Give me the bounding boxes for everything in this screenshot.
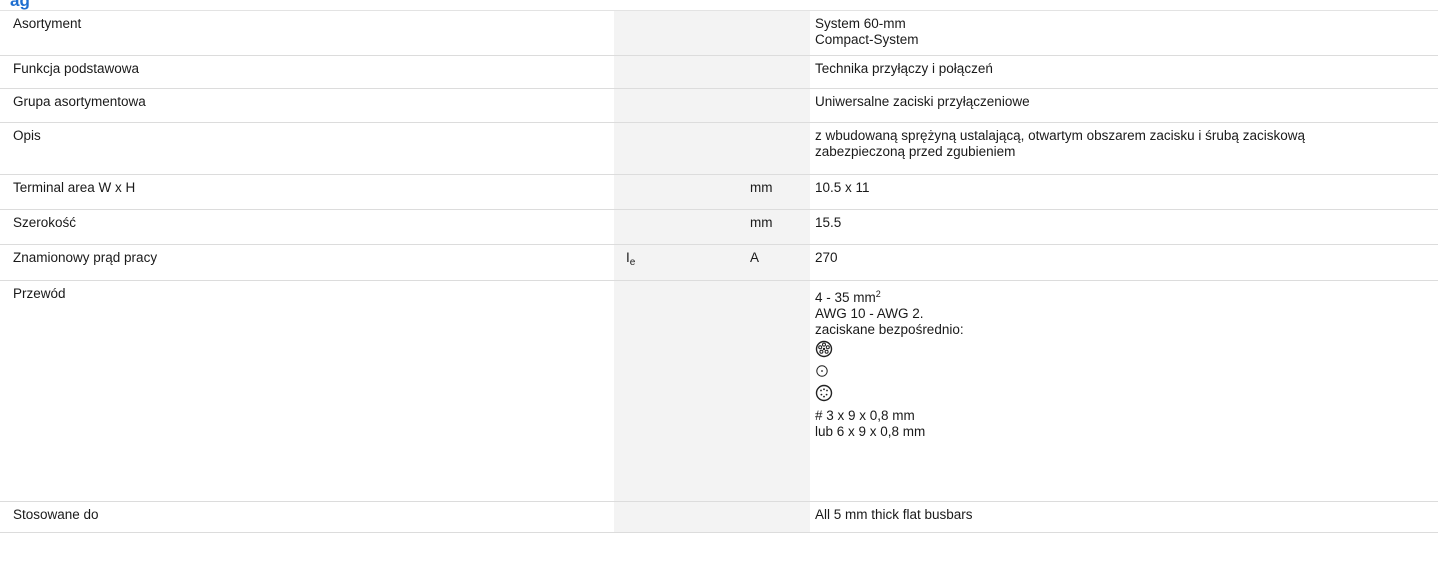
solid-conductor-icon	[815, 362, 1432, 382]
row-value: System 60-mm Compact-System	[810, 11, 1438, 55]
row-symbol	[614, 56, 746, 88]
table-row: Asortyment System 60-mm Compact-System	[0, 11, 1438, 56]
value-line: 270	[815, 250, 838, 265]
row-unit	[746, 56, 810, 88]
row-value: 270	[810, 245, 1438, 280]
row-label: Przewód	[13, 286, 66, 301]
row-label: Stosowane do	[13, 507, 99, 522]
row-symbol	[614, 175, 746, 209]
table-row: Stosowane do All 5 mm thick flat busbars	[0, 502, 1438, 533]
row-label: Terminal area W x H	[13, 180, 136, 195]
awg-range: AWG 10 - AWG 2.	[815, 306, 924, 321]
table-row: Grupa asortymentowa Uniwersalne zaciski …	[0, 89, 1438, 123]
row-unit	[746, 89, 810, 122]
row-label: Asortyment	[13, 16, 82, 31]
row-symbol	[614, 502, 746, 532]
value-line: Technika przyłączy i połączeń	[815, 61, 993, 76]
row-label: Opis	[13, 128, 41, 143]
row-label: Grupa asortymentowa	[13, 94, 146, 109]
row-value: Technika przyłączy i połączeń	[810, 56, 1438, 88]
section-title-fragment: ag	[10, 0, 30, 10]
value-line: zabezpieczoną przed zgubieniem	[815, 144, 1016, 159]
table-row: Terminal area W x H mm 10.5 x 11	[0, 175, 1438, 210]
flat-conductor-size: # 3 x 9 x 0,8 mm	[815, 408, 915, 423]
row-symbol	[614, 11, 746, 55]
value-line: 10.5 x 11	[815, 180, 870, 195]
row-label: Znamionowy prąd pracy	[13, 250, 158, 265]
row-label: Funkcja podstawowa	[13, 61, 140, 76]
row-value: 4 - 35 mm2 AWG 10 - AWG 2. zaciskane bez…	[810, 281, 1438, 501]
table-row: Przewód 4 - 35 mm2 AWG 10 - AWG 2. zacis…	[0, 281, 1438, 502]
row-symbol	[614, 281, 746, 501]
row-value: All 5 mm thick flat busbars	[810, 502, 1438, 532]
symbol-subscript: e	[629, 257, 636, 268]
row-unit: mm	[746, 175, 810, 209]
section-header: ag	[0, 0, 1438, 11]
row-symbol: Ie	[614, 245, 746, 280]
row-symbol	[614, 123, 746, 174]
row-value: 10.5 x 11	[810, 175, 1438, 209]
flexible-conductor-icon	[815, 382, 1432, 406]
row-symbol	[614, 89, 746, 122]
row-unit	[746, 123, 810, 174]
row-value: Uniwersalne zaciski przyłączeniowe	[810, 89, 1438, 122]
row-unit	[746, 11, 810, 55]
stranded-conductor-icon	[815, 338, 1432, 362]
row-value: z wbudowaną sprężyną ustalającą, otwarty…	[810, 123, 1438, 174]
row-unit	[746, 502, 810, 532]
row-unit: A	[746, 245, 810, 280]
range-value: 4 - 35 mm	[815, 290, 876, 305]
value-line: Compact-System	[815, 32, 919, 47]
crimped-label: zaciskane bezpośrednio:	[815, 322, 964, 337]
spec-table: Asortyment System 60-mm Compact-System F…	[0, 11, 1438, 533]
value-line: z wbudowaną sprężyną ustalającą, otwarty…	[815, 128, 1305, 143]
row-unit: mm	[746, 210, 810, 244]
range-superscript: 2	[875, 289, 881, 299]
value-line: Uniwersalne zaciski przyłączeniowe	[815, 94, 1030, 109]
value-line: 15.5	[815, 215, 842, 230]
row-value: 15.5	[810, 210, 1438, 244]
table-row: Funkcja podstawowa Technika przyłączy i …	[0, 56, 1438, 89]
row-label: Szerokość	[13, 215, 77, 230]
row-symbol	[614, 210, 746, 244]
row-unit	[746, 281, 810, 501]
value-line: System 60-mm	[815, 16, 906, 31]
table-row: Szerokość mm 15.5	[0, 210, 1438, 245]
value-line: All 5 mm thick flat busbars	[815, 507, 973, 522]
conductor-range: 4 - 35 mm2	[815, 286, 1432, 306]
table-row: Znamionowy prąd pracy Ie A 270	[0, 245, 1438, 281]
table-row: Opis z wbudowaną sprężyną ustalającą, ot…	[0, 123, 1438, 175]
flat-conductor-size-alt: lub 6 x 9 x 0,8 mm	[815, 424, 926, 439]
